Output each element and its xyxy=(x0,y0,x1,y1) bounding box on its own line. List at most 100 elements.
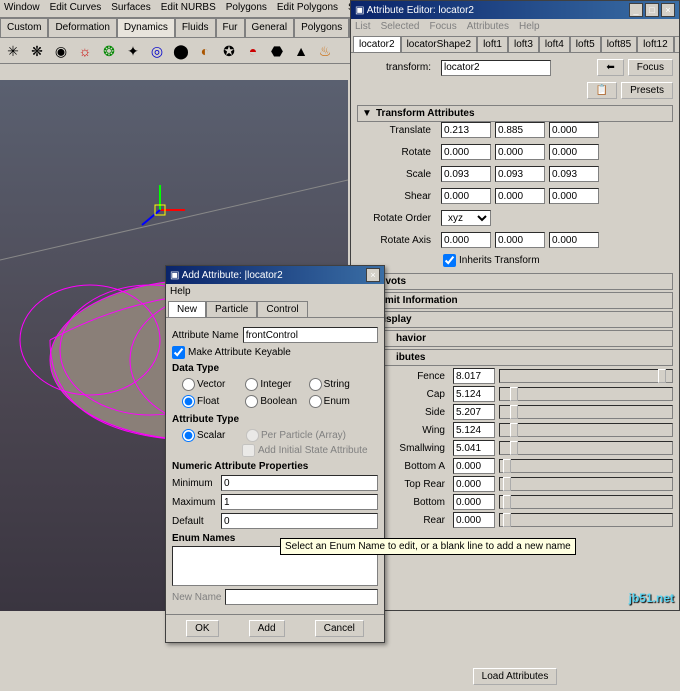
ae-tab[interactable]: loft85 xyxy=(601,36,637,52)
go-button[interactable]: ⬅ xyxy=(597,59,623,76)
pivots-header[interactable]: ▶Pivots xyxy=(357,273,673,290)
shelf-icon[interactable]: ◓ xyxy=(242,40,264,62)
shelf-tab-deformation[interactable]: Deformation xyxy=(48,18,116,37)
shelf-tab-general[interactable]: General xyxy=(245,18,295,37)
extra-attr-slider[interactable] xyxy=(499,405,673,419)
extra-attr-slider[interactable] xyxy=(499,441,673,455)
ae-menu-help[interactable]: Help xyxy=(519,21,540,32)
ae-menu-focus[interactable]: Focus xyxy=(429,21,456,32)
transform-name-input[interactable] xyxy=(441,60,551,76)
dlg-tab-new[interactable]: New xyxy=(168,301,206,317)
extra-attr-input[interactable] xyxy=(453,512,495,528)
ae-menu-list[interactable]: List xyxy=(355,21,371,32)
presets-button[interactable]: Presets xyxy=(621,82,673,99)
extra-attr-input[interactable] xyxy=(453,440,495,456)
menu-edit-polygons[interactable]: Edit Polygons xyxy=(277,2,338,15)
datatype-float[interactable]: Float xyxy=(182,395,241,408)
extra-attr-slider[interactable] xyxy=(499,477,673,491)
ae-tab[interactable]: loft3 xyxy=(508,36,539,52)
dlg-tab-particle[interactable]: Particle xyxy=(206,301,257,317)
menu-window[interactable]: Window xyxy=(4,2,40,15)
menu-surfaces[interactable]: Surfaces xyxy=(111,2,150,15)
keyable-checkbox[interactable]: Make Attribute Keyable xyxy=(172,346,378,359)
inherits-checkbox[interactable]: Inherits Transform xyxy=(443,254,540,267)
extra-attr-input[interactable] xyxy=(453,404,495,420)
ae-tab[interactable]: loft5 xyxy=(570,36,601,52)
shelf-icon[interactable]: ✪ xyxy=(218,40,240,62)
copy-button[interactable]: 📋 xyxy=(587,82,617,99)
dlg-close-button[interactable]: × xyxy=(366,268,380,282)
ae-tab[interactable]: loft4 xyxy=(539,36,570,52)
load-attributes-button[interactable]: Load Attributes xyxy=(473,668,558,685)
focus-button[interactable]: Focus xyxy=(628,59,673,76)
extra-attr-input[interactable] xyxy=(453,494,495,510)
shelf-icon[interactable]: ☼ xyxy=(74,40,96,62)
shelf-icon[interactable]: ◉ xyxy=(50,40,72,62)
shear-input[interactable] xyxy=(495,188,545,204)
maximum-input[interactable] xyxy=(221,494,378,510)
minimize-button[interactable]: _ xyxy=(629,3,643,17)
datatype-integer[interactable]: Integer xyxy=(245,378,304,391)
translate-input[interactable] xyxy=(549,122,599,138)
shelf-icon[interactable]: ⬣ xyxy=(266,40,288,62)
ae-tab[interactable]: loft12 xyxy=(637,36,673,52)
rotate-axis-z[interactable] xyxy=(549,232,599,248)
rotate-axis-y[interactable] xyxy=(495,232,545,248)
rotate-input[interactable] xyxy=(549,144,599,160)
menu-edit-curves[interactable]: Edit Curves xyxy=(50,2,102,15)
extra-attr-slider[interactable] xyxy=(499,423,673,437)
datatype-boolean[interactable]: Boolean xyxy=(245,395,304,408)
extra-attr-slider[interactable] xyxy=(499,369,673,383)
limit-header[interactable]: ▶Limit Information xyxy=(357,292,673,309)
shelf-tab-polygons[interactable]: Polygons xyxy=(294,18,349,37)
ae-tab[interactable]: locator2 xyxy=(353,36,401,52)
shelf-tab-dynamics[interactable]: Dynamics xyxy=(117,18,175,37)
menu-edit-nurbs[interactable]: Edit NURBS xyxy=(161,2,216,15)
extra-attr-slider[interactable] xyxy=(499,387,673,401)
datatype-enum[interactable]: Enum xyxy=(309,395,368,408)
scale-input[interactable] xyxy=(495,166,545,182)
ae-tab[interactable]: locatorShape2 xyxy=(401,36,478,52)
extra-attr-input[interactable] xyxy=(453,422,495,438)
translate-input[interactable] xyxy=(441,122,491,138)
extra-attr-slider[interactable] xyxy=(499,459,673,473)
shelf-tab-fur[interactable]: Fur xyxy=(216,18,245,37)
rotate-axis-x[interactable] xyxy=(441,232,491,248)
datatype-string[interactable]: String xyxy=(309,378,368,391)
menu-polygons[interactable]: Polygons xyxy=(226,2,267,15)
dlg-help-menu[interactable]: Help xyxy=(170,286,191,297)
scalar-radio[interactable]: Scalar xyxy=(182,429,242,442)
attribute-name-input[interactable] xyxy=(243,327,378,343)
extra-attr-input[interactable] xyxy=(453,476,495,492)
ae-tab[interactable]: loft1 xyxy=(477,36,508,52)
shelf-icon[interactable]: ◎ xyxy=(146,40,168,62)
shelf-icon[interactable]: ✦ xyxy=(122,40,144,62)
close-button[interactable]: × xyxy=(661,3,675,17)
rotate-input[interactable] xyxy=(495,144,545,160)
attributes-header[interactable]: ibutes xyxy=(357,349,673,366)
minimum-input[interactable] xyxy=(221,475,378,491)
extra-attr-input[interactable] xyxy=(453,368,495,384)
ok-button[interactable]: OK xyxy=(186,620,218,637)
shelf-icon[interactable]: ❂ xyxy=(98,40,120,62)
translate-input[interactable] xyxy=(495,122,545,138)
shelf-tab-custom[interactable]: Custom xyxy=(0,18,48,37)
ae-menu-attributes[interactable]: Attributes xyxy=(467,21,509,32)
add-button[interactable]: Add xyxy=(249,620,285,637)
scale-input[interactable] xyxy=(549,166,599,182)
datatype-vector[interactable]: Vector xyxy=(182,378,241,391)
behavior-header[interactable]: havior xyxy=(357,330,673,347)
shear-input[interactable] xyxy=(549,188,599,204)
dlg-tab-control[interactable]: Control xyxy=(257,301,307,317)
shear-input[interactable] xyxy=(441,188,491,204)
rotate-order-select[interactable]: xyz xyxy=(441,210,491,226)
shelf-icon[interactable]: ◐ xyxy=(194,40,216,62)
ae-tab[interactable]: loft9 xyxy=(674,36,679,52)
shelf-icon[interactable]: ✳ xyxy=(2,40,24,62)
maximize-button[interactable]: □ xyxy=(645,3,659,17)
shelf-tab-fluids[interactable]: Fluids xyxy=(175,18,216,37)
transform-section-header[interactable]: ▼Transform Attributes xyxy=(357,105,673,122)
display-header[interactable]: ▶Display xyxy=(357,311,673,328)
extra-attr-slider[interactable] xyxy=(499,495,673,509)
extra-attr-slider[interactable] xyxy=(499,513,673,527)
